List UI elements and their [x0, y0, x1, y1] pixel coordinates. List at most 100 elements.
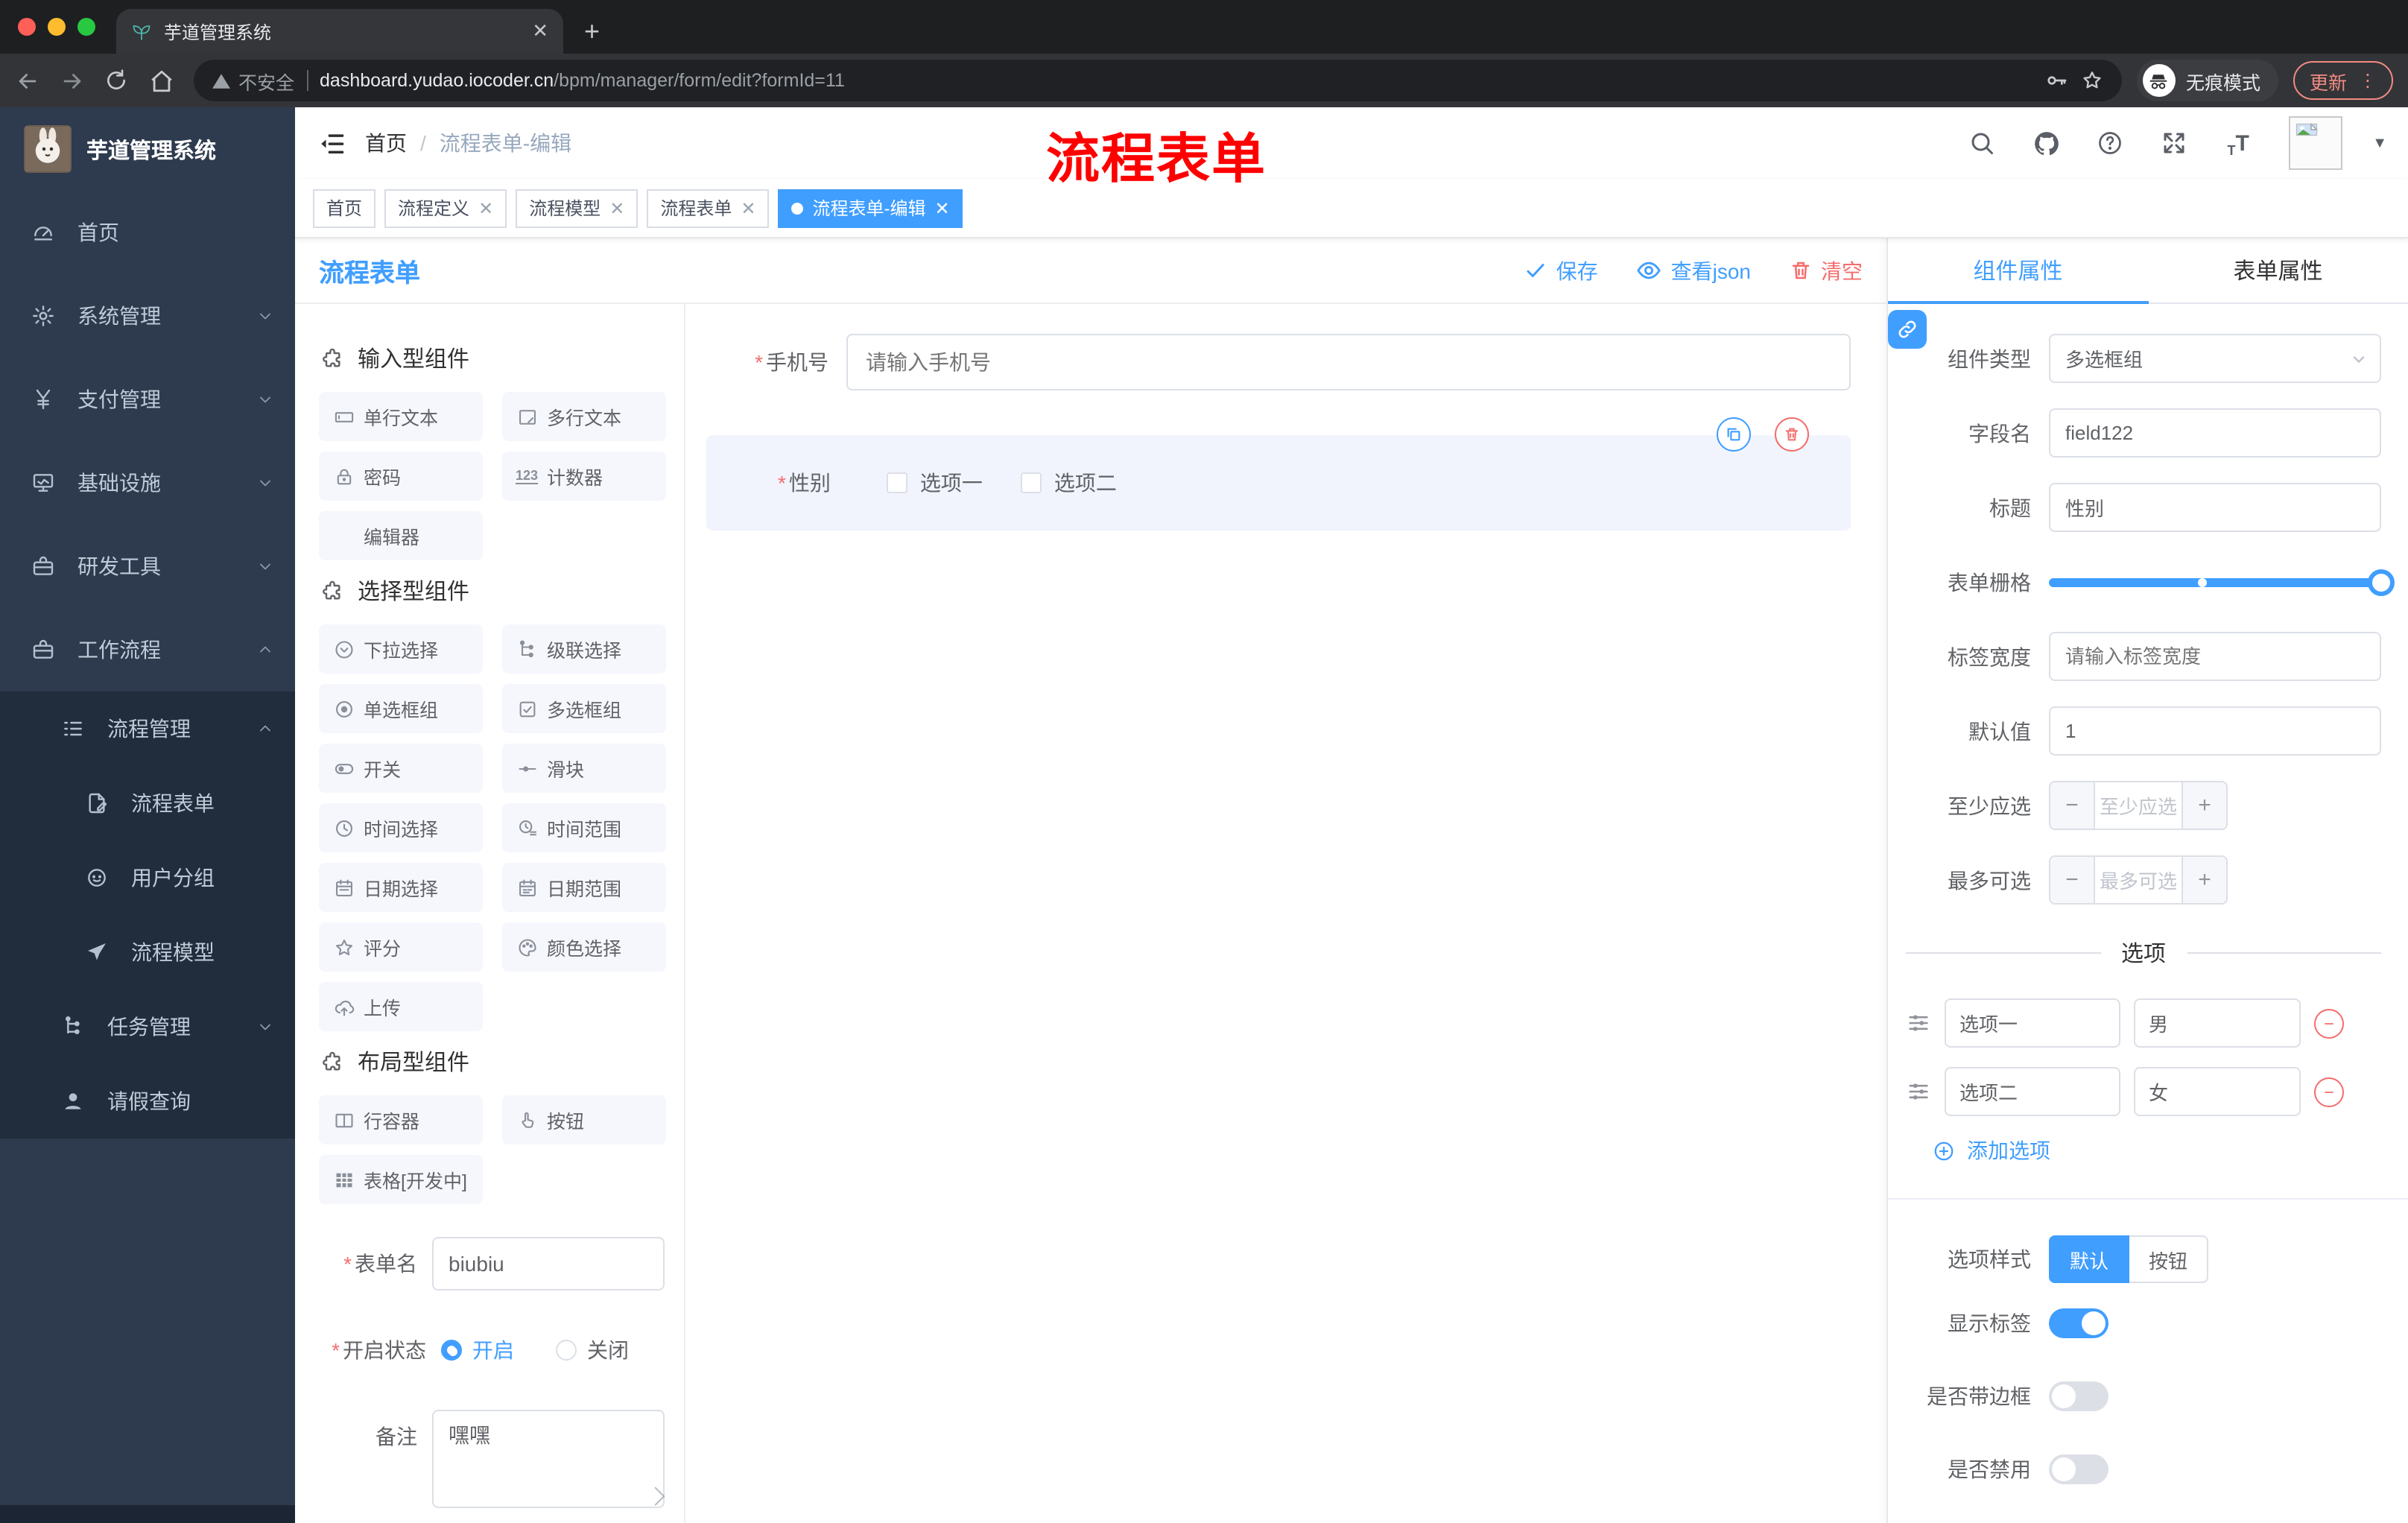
option-name-input[interactable]: [1945, 998, 2120, 1048]
field-name-input[interactable]: [2049, 408, 2381, 457]
clear-button[interactable]: 清空: [1790, 256, 1863, 285]
tab-component-props[interactable]: 组件属性: [1888, 238, 2148, 304]
github-icon[interactable]: [2028, 125, 2064, 161]
tag-流程表单[interactable]: 流程表单 ✕: [647, 189, 770, 227]
gender-option-1-checkbox[interactable]: 选项一: [887, 468, 983, 498]
minimize-window-button[interactable]: [48, 18, 66, 36]
sidebar-item-系统管理[interactable]: 系统管理: [0, 274, 295, 358]
slider-handle[interactable]: [2368, 569, 2395, 595]
not-secure-badge[interactable]: 不安全: [212, 66, 294, 95]
home-icon[interactable]: [149, 68, 179, 93]
tag-流程表单-编辑[interactable]: 流程表单-编辑 ✕: [778, 189, 963, 227]
window-controls[interactable]: [0, 0, 116, 54]
component-日期范围[interactable]: 日期范围: [502, 863, 666, 912]
url-bar[interactable]: 不安全 dashboard.yudao.iocoder.cn/bpm/manag…: [194, 60, 2122, 101]
component-行容器[interactable]: 行容器: [319, 1095, 483, 1144]
collapse-sidebar-icon[interactable]: [319, 129, 347, 157]
link-anchor-button[interactable]: [1888, 310, 1927, 349]
component-时间选择[interactable]: 时间选择: [319, 803, 483, 852]
save-button[interactable]: 保存: [1525, 256, 1598, 285]
delete-component-button[interactable]: [1775, 417, 1809, 452]
search-icon[interactable]: [1964, 125, 2000, 161]
gender-option-2-checkbox[interactable]: 选项二: [1021, 468, 1117, 498]
back-icon[interactable]: [15, 68, 45, 93]
view-json-button[interactable]: 查看json: [1637, 256, 1751, 285]
component-开关[interactable]: 开关: [319, 744, 483, 793]
fullscreen-icon[interactable]: [2156, 125, 2192, 161]
label-width-input[interactable]: [2049, 632, 2381, 681]
component-表格[开发中][interactable]: 表格[开发中]: [319, 1155, 483, 1204]
sidebar-item-流程表单[interactable]: 流程表单: [0, 766, 295, 840]
drag-handle-icon[interactable]: [1906, 1079, 1931, 1104]
sidebar-item-用户分组[interactable]: 用户分组: [0, 840, 295, 915]
tag-流程定义[interactable]: 流程定义 ✕: [384, 189, 507, 227]
sidebar-item-流程模型[interactable]: 流程模型: [0, 915, 295, 990]
toggle-显示标签[interactable]: [2049, 1308, 2108, 1338]
phone-input[interactable]: [846, 334, 1851, 390]
status-off-radio[interactable]: 关闭: [556, 1335, 629, 1365]
component-单选框组[interactable]: 单选框组: [319, 684, 483, 733]
sidebar-item-支付管理[interactable]: 支付管理: [0, 358, 295, 441]
tag-close-icon[interactable]: ✕: [935, 197, 950, 218]
component-上传[interactable]: 上传: [319, 982, 483, 1031]
form-name-input[interactable]: [432, 1237, 665, 1291]
component-级联选择[interactable]: 级联选择: [502, 624, 666, 674]
component-日期选择[interactable]: 日期选择: [319, 863, 483, 912]
toggle-是否带边框[interactable]: [2049, 1381, 2108, 1411]
drag-handle-icon[interactable]: [1906, 1010, 1931, 1036]
browser-update-button[interactable]: 更新 ⋮: [2293, 61, 2393, 100]
option-name-input[interactable]: [1945, 1067, 2120, 1116]
maximize-window-button[interactable]: [77, 18, 95, 36]
component-评分[interactable]: 评分: [319, 922, 483, 972]
component-type-select[interactable]: [2049, 334, 2381, 383]
tag-close-icon[interactable]: ✕: [609, 197, 624, 218]
sidebar-item-基础设施[interactable]: 基础设施: [0, 441, 295, 525]
component-多选框组[interactable]: 多选框组: [502, 684, 666, 733]
reload-icon[interactable]: [104, 69, 134, 92]
forward-icon[interactable]: [60, 68, 89, 93]
sidebar-item-工作流程[interactable]: 工作流程: [0, 608, 295, 691]
password-key-icon[interactable]: [2044, 69, 2068, 92]
form-grid-slider[interactable]: [2049, 557, 2395, 607]
form-canvas[interactable]: *手机号 *性别 选项一 选项二: [685, 304, 1886, 1523]
title-input[interactable]: [2049, 483, 2381, 532]
tag-close-icon[interactable]: ✕: [741, 197, 755, 218]
sidebar-item-研发工具[interactable]: 研发工具: [0, 525, 295, 608]
tag-首页[interactable]: 首页: [313, 189, 376, 227]
component-下拉选择[interactable]: 下拉选择: [319, 624, 483, 674]
help-icon[interactable]: [2092, 125, 2128, 161]
bookmark-star-icon[interactable]: [2080, 69, 2104, 92]
component-时间范围[interactable]: 时间范围: [502, 803, 666, 852]
tag-流程模型[interactable]: 流程模型 ✕: [516, 189, 639, 227]
breadcrumb-home[interactable]: 首页: [365, 128, 407, 158]
gender-field-row-selected[interactable]: * 性别 选项一 选项二: [706, 417, 1851, 531]
component-计数器[interactable]: 123 计数器: [502, 452, 666, 501]
close-window-button[interactable]: [18, 18, 36, 36]
sidebar-item-流程管理[interactable]: 流程管理: [0, 691, 295, 766]
decrease-button[interactable]: −: [2050, 782, 2095, 829]
font-size-icon[interactable]: TT: [2220, 125, 2256, 161]
sidebar-logo[interactable]: 芋道管理系统: [0, 107, 295, 191]
remove-option-button[interactable]: [2314, 1077, 2344, 1106]
browser-menu-dots-icon[interactable]: ⋮: [2359, 70, 2377, 91]
tab-form-props[interactable]: 表单属性: [2148, 238, 2408, 303]
avatar-broken-image[interactable]: [2289, 116, 2343, 170]
add-option-button[interactable]: 添加选项: [1933, 1136, 2381, 1165]
sidebar-item-首页[interactable]: 首页: [0, 191, 295, 274]
component-按钮[interactable]: 按钮: [502, 1095, 666, 1144]
component-单行文本[interactable]: 单行文本: [319, 392, 483, 441]
default-value-input[interactable]: [2049, 706, 2381, 756]
option-value-input[interactable]: [2134, 998, 2301, 1048]
tab-close-icon[interactable]: ✕: [532, 19, 548, 43]
option-style-按钮[interactable]: 按钮: [2129, 1235, 2209, 1283]
copy-component-button[interactable]: [1717, 417, 1751, 452]
component-密码[interactable]: 密码: [319, 452, 483, 501]
option-style-默认[interactable]: 默认: [2049, 1235, 2130, 1283]
toggle-是否禁用[interactable]: [2049, 1454, 2108, 1484]
increase-button[interactable]: +: [2182, 782, 2226, 829]
tag-close-icon[interactable]: ✕: [478, 197, 493, 218]
component-滑块[interactable]: 滑块: [502, 744, 666, 793]
url-text[interactable]: dashboard.yudao.iocoder.cn/bpm/manager/f…: [320, 70, 2032, 91]
component-编辑器[interactable]: 编辑器: [319, 511, 483, 560]
avatar-dropdown-caret-icon[interactable]: ▼: [2372, 135, 2387, 151]
